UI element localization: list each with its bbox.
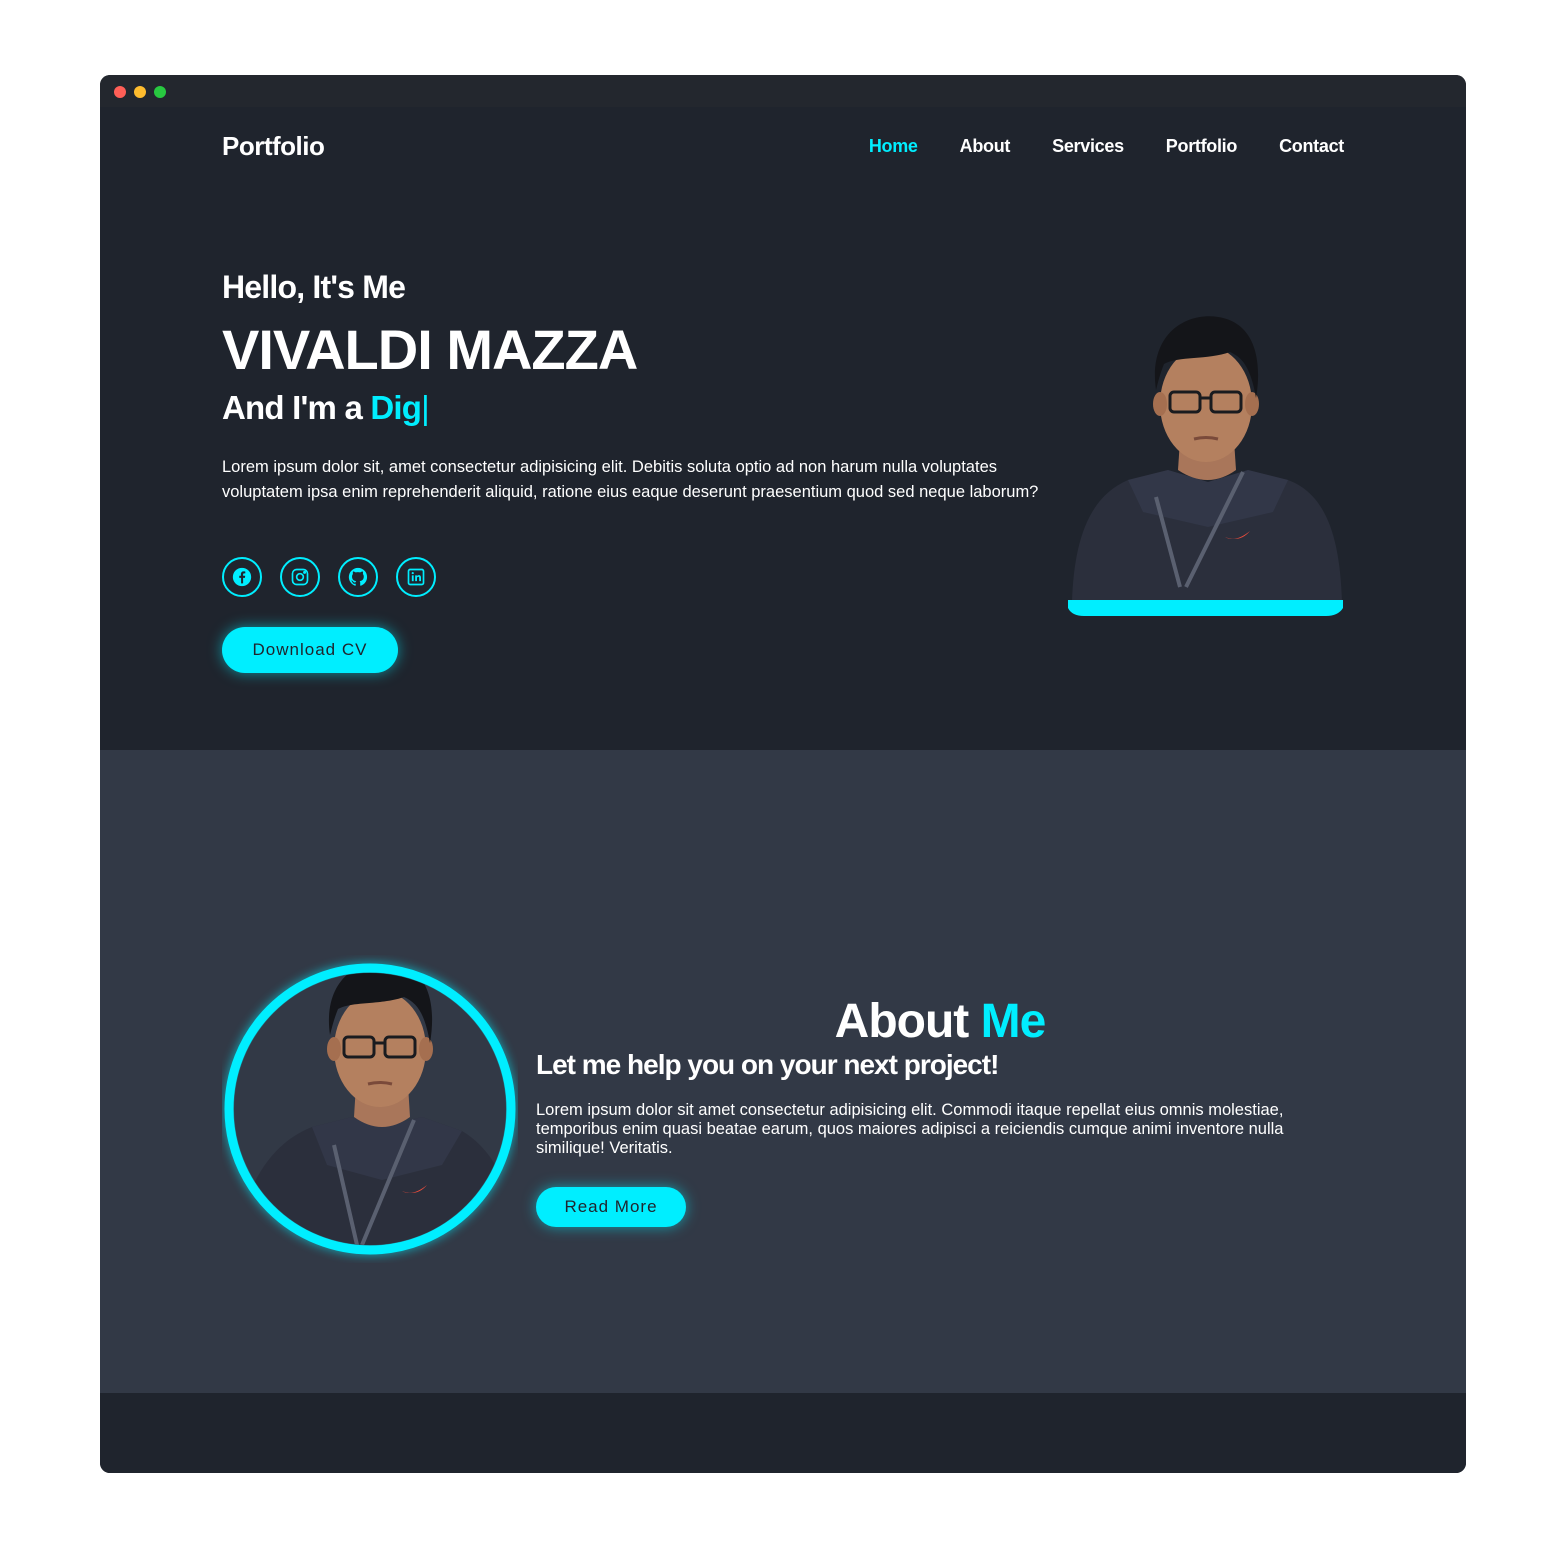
about-section: About Me Let me help you on your next pr… [100, 750, 1466, 1393]
linkedin-icon [407, 568, 425, 586]
nav-link-services[interactable]: Services [1052, 136, 1124, 157]
facebook-icon [232, 567, 252, 587]
next-section [100, 1393, 1466, 1473]
browser-window: Portfolio Home About Services Portfolio … [100, 75, 1466, 1473]
maximize-window-button[interactable] [154, 86, 166, 98]
typing-cursor: | [421, 389, 430, 426]
about-subtitle: Let me help you on your next project! [536, 1049, 999, 1080]
about-heading-text: About [834, 995, 970, 1048]
window-titlebar [100, 75, 1466, 107]
site-logo[interactable]: Portfolio [222, 131, 325, 162]
nav-link-home[interactable]: Home [869, 136, 918, 157]
instagram-icon [291, 568, 309, 586]
about-heading: About Me [536, 994, 1344, 1049]
role-typed-text: Dig [370, 389, 422, 426]
hero-description: Lorem ipsum dolor sit, amet consectetur … [222, 458, 1039, 501]
github-icon [348, 567, 368, 586]
hero-greeting: Hello, It's Me [222, 269, 406, 305]
nav-link-contact[interactable]: Contact [1279, 136, 1344, 157]
about-profile-photo [224, 963, 516, 1255]
hero-role: And I'm a Dig| [222, 389, 430, 427]
linkedin-link[interactable] [396, 557, 436, 597]
github-link[interactable] [338, 557, 378, 597]
social-links [222, 557, 436, 597]
nav-link-about[interactable]: About [960, 136, 1011, 157]
about-description: Lorem ipsum dolor sit amet consectetur a… [536, 1101, 1284, 1157]
nav-link-portfolio[interactable]: Portfolio [1166, 136, 1238, 157]
hero-name: VIVALDI MAZZA [222, 318, 638, 381]
read-more-button[interactable]: Read More [536, 1187, 686, 1227]
download-cv-button[interactable]: Download CV [222, 627, 398, 673]
about-heading-accent: Me [980, 995, 1047, 1048]
facebook-link[interactable] [222, 557, 262, 597]
profile-photo [1068, 316, 1343, 616]
home-section: Portfolio Home About Services Portfolio … [100, 107, 1466, 750]
instagram-link[interactable] [280, 557, 320, 597]
minimize-window-button[interactable] [134, 86, 146, 98]
role-prefix: And I'm a [222, 389, 371, 426]
main-nav: Home About Services Portfolio Contact [869, 136, 1344, 157]
close-window-button[interactable] [114, 86, 126, 98]
